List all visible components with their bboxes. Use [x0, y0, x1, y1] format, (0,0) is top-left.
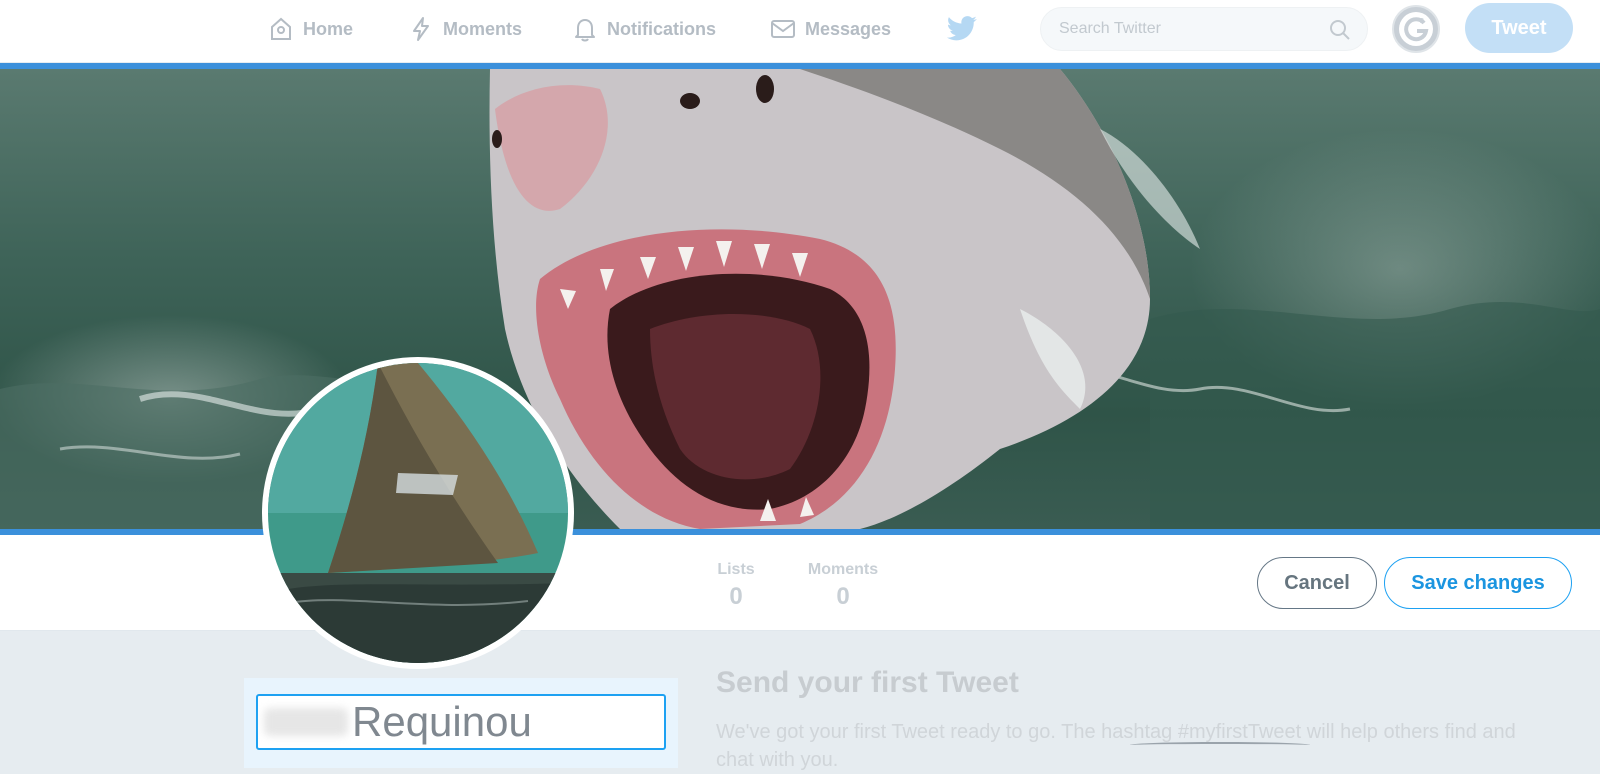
svg-text:2: 2 [1420, 18, 1424, 25]
twitter-bird-icon[interactable] [946, 14, 978, 44]
stat-moments-label: Moments [807, 561, 879, 578]
first-tweet-title: Send your first Tweet [716, 666, 1019, 699]
stat-lists[interactable]: Lists 0 [710, 561, 762, 611]
nav-moments[interactable]: Moments [408, 0, 522, 58]
nav-home[interactable]: Home [268, 0, 353, 58]
home-icon [271, 17, 291, 40]
lightning-icon [413, 17, 429, 41]
nav-notifications-label: Notifications [607, 18, 717, 39]
shark-header-image [0, 69, 1600, 529]
grammarly-g-icon: 2 [1399, 12, 1433, 46]
nav-notifications[interactable]: Notifications [572, 0, 716, 58]
hashtag-underline [1130, 742, 1310, 748]
account-avatar[interactable]: 2 [1392, 5, 1440, 53]
stat-moments-value: 0 [836, 583, 850, 610]
redacted-name-blur [264, 708, 348, 736]
stat-moments[interactable]: Moments 0 [800, 561, 886, 611]
cancel-button[interactable]: Cancel [1257, 557, 1377, 609]
envelope-icon [771, 20, 795, 38]
tweet-button[interactable]: Tweet [1465, 3, 1573, 53]
search-icon[interactable] [1329, 19, 1351, 41]
top-navigation-bar: Home Moments Notifications Messages 2 Tw… [0, 0, 1600, 63]
bell-icon [575, 19, 595, 42]
nav-messages-label: Messages [805, 18, 892, 39]
save-changes-button[interactable]: Save changes [1384, 557, 1572, 609]
header-photo[interactable] [0, 63, 1600, 535]
profile-nav-bar: Lists 0 Moments 0 Cancel Save changes [0, 535, 1600, 631]
shark-fin-avatar-image [268, 363, 568, 663]
stat-lists-label: Lists [717, 561, 755, 578]
search-input[interactable] [1059, 8, 1319, 50]
nav-messages[interactable]: Messages [770, 0, 891, 58]
stat-lists-value: 0 [729, 583, 743, 610]
nav-home-label: Home [303, 18, 354, 39]
search-box[interactable] [1040, 7, 1368, 51]
nav-moments-label: Moments [443, 18, 523, 39]
first-tweet-description: We've got your first Tweet ready to go. … [716, 721, 1516, 771]
profile-avatar[interactable] [262, 357, 574, 669]
